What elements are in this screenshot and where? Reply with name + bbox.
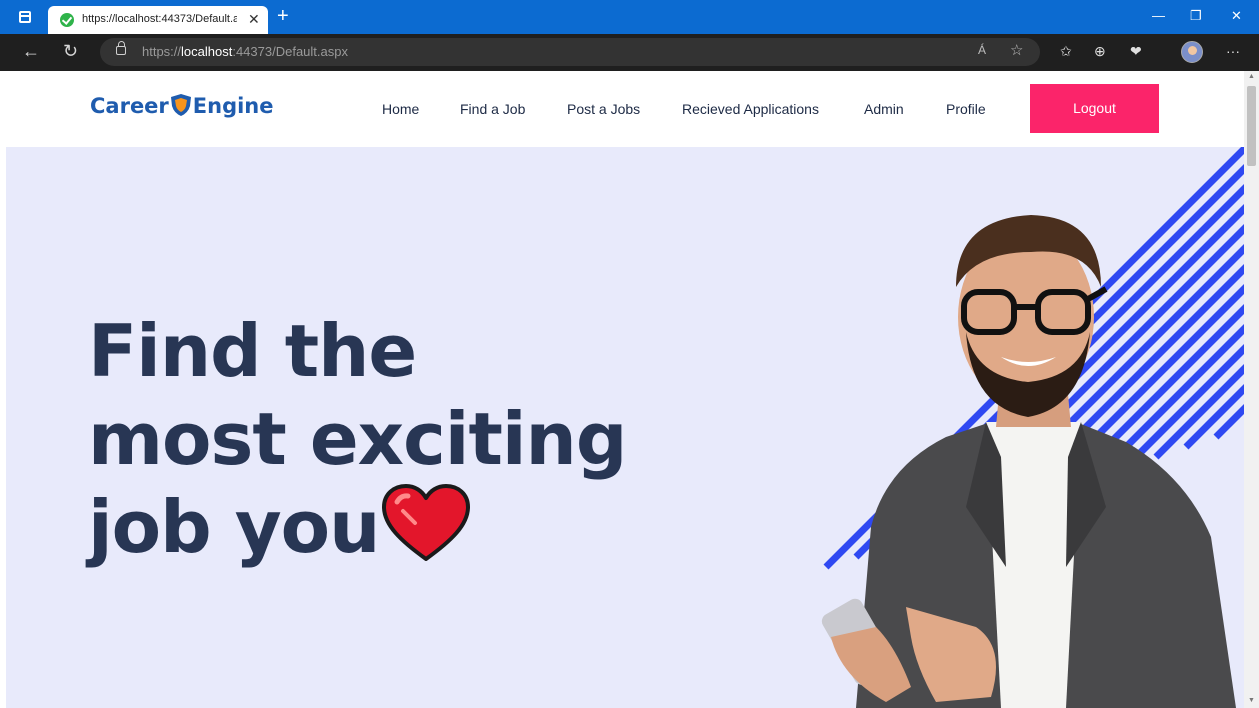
nav-profile[interactable]: Profile [946, 101, 986, 117]
shield-logo-icon [170, 93, 192, 117]
read-aloud-icon[interactable]: Á [978, 43, 986, 57]
scroll-down-arrow[interactable]: ▼ [1248, 697, 1255, 704]
tab-close-icon[interactable]: ✕ [248, 11, 260, 28]
nav-received-applications[interactable]: Recieved Applications [682, 101, 819, 117]
page-scrollbar[interactable]: ▲ ▼ [1244, 71, 1259, 708]
browser-toolbar: ← ↻ https://localhost:44373/Default.aspx… [0, 34, 1259, 71]
favorite-icon[interactable]: ☆ [1010, 41, 1023, 59]
hero-line-3: job you [88, 485, 380, 569]
health-icon[interactable]: ❤ [1130, 43, 1142, 60]
hero-line-1: Find the [88, 309, 417, 393]
nav-find-a-job[interactable]: Find a Job [460, 101, 525, 117]
address-bar[interactable]: https://localhost:44373/Default.aspx Á … [100, 38, 1040, 66]
browser-tab[interactable]: https://localhost:44373/Default.a ✕ [48, 6, 268, 34]
logo-text-engine: Engine [192, 94, 274, 118]
browser-tab-bar: https://localhost:44373/Default.a ✕ + — … [0, 0, 1259, 34]
refresh-button[interactable]: ↻ [63, 41, 78, 62]
address-url[interactable]: https://localhost:44373/Default.aspx [142, 44, 348, 59]
nav-admin[interactable]: Admin [864, 101, 904, 117]
hero-headline: Find the most exciting job you [88, 307, 627, 571]
more-icon[interactable]: ··· [1226, 43, 1240, 59]
site-header: Career Engine Home Find a Job Post a Jobs… [6, 71, 1244, 147]
profile-avatar[interactable] [1181, 41, 1203, 63]
back-button[interactable]: ← [22, 41, 40, 62]
site-logo[interactable]: Career Engine [90, 93, 274, 118]
tab-title: https://localhost:44373/Default.a [82, 13, 237, 25]
lock-icon[interactable] [116, 41, 126, 55]
web-page: Career Engine Home Find a Job Post a Jobs… [6, 71, 1244, 708]
secure-check-icon [60, 13, 74, 27]
favorites-icon[interactable]: ✩ [1060, 43, 1072, 60]
hero-person-image [821, 215, 1236, 708]
scroll-thumb[interactable] [1247, 86, 1256, 166]
logout-button[interactable]: Logout [1030, 84, 1159, 133]
logo-text-career: Career [90, 94, 169, 118]
nav-home[interactable]: Home [382, 101, 419, 117]
nav-post-a-jobs[interactable]: Post a Jobs [567, 101, 640, 117]
minimize-button[interactable]: — [1152, 8, 1165, 23]
collections-icon[interactable]: ⊕ [1094, 43, 1106, 60]
window-icon[interactable] [19, 11, 31, 23]
close-window-button[interactable]: ✕ [1231, 8, 1242, 24]
heart-icon [382, 484, 470, 561]
restore-button[interactable]: ❐ [1190, 8, 1202, 24]
hero-section: Find the most exciting job you [6, 147, 1244, 708]
hero-line-2: most exciting [88, 397, 627, 481]
new-tab-button[interactable]: + [277, 5, 289, 28]
scroll-up-arrow[interactable]: ▲ [1248, 73, 1255, 80]
